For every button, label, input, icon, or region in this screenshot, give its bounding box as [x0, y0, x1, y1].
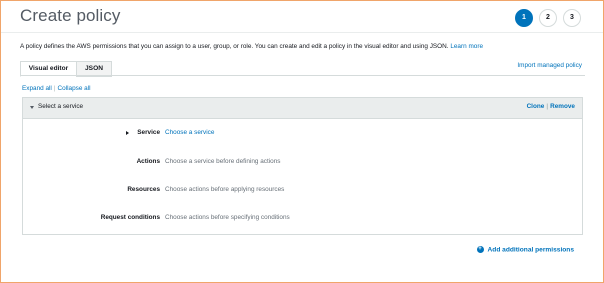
clone-button[interactable]: Clone — [527, 103, 545, 110]
step-3[interactable]: 3 — [563, 9, 581, 27]
panel-header[interactable]: Select a service Clone | Remove — [23, 98, 582, 119]
service-label: Service — [137, 129, 160, 136]
caret-right-icon[interactable] — [126, 130, 129, 135]
caret-down-icon[interactable] — [30, 106, 34, 109]
header-divider — [1, 32, 603, 33]
choose-service-link[interactable]: Choose a service — [165, 129, 214, 136]
expand-collapse-controls: Expand all | Collapse all — [22, 85, 91, 92]
request-conditions-label: Request conditions — [100, 214, 160, 221]
resources-value: Choose actions before applying resources — [165, 186, 285, 193]
separator: | — [53, 85, 56, 92]
add-permissions-label: Add additional permissions — [487, 246, 574, 254]
panel-actions: Clone | Remove — [527, 103, 575, 110]
import-managed-policy-link[interactable]: Import managed policy — [517, 62, 582, 69]
row-resources: Resources Choose actions before applying… — [23, 186, 582, 198]
permission-panel: Select a service Clone | Remove Service Ch… — [22, 97, 583, 235]
row-request-conditions: Request conditions Choose actions before… — [23, 214, 582, 226]
remove-button[interactable]: Remove — [550, 103, 575, 110]
policy-description: A policy defines the AWS permissions tha… — [20, 43, 483, 50]
step-2[interactable]: 2 — [539, 9, 557, 27]
expand-all-link[interactable]: Expand all — [22, 85, 52, 92]
row-actions: Actions Choose a service before defining… — [23, 158, 582, 170]
page-frame: Create policy 1 2 3 A policy defines the… — [0, 0, 604, 283]
description-text: A policy defines the AWS permissions tha… — [20, 43, 449, 50]
separator: | — [546, 103, 549, 110]
panel-header-label: Select a service — [38, 103, 84, 110]
tabs-underline — [20, 75, 585, 76]
request-conditions-value: Choose actions before specifying conditi… — [165, 214, 290, 221]
page-title: Create policy — [20, 6, 121, 25]
actions-label: Actions — [136, 158, 160, 165]
resources-label: Resources — [127, 186, 160, 193]
step-1[interactable]: 1 — [515, 9, 533, 27]
add-additional-permissions-button[interactable]: + Add additional permissions — [476, 246, 574, 254]
learn-more-link[interactable]: Learn more — [450, 43, 483, 50]
plus-circle-icon: + — [476, 246, 484, 253]
row-service: Service Choose a service — [23, 129, 582, 141]
actions-value: Choose a service before defining actions — [165, 158, 281, 165]
collapse-all-link[interactable]: Collapse all — [58, 85, 91, 92]
